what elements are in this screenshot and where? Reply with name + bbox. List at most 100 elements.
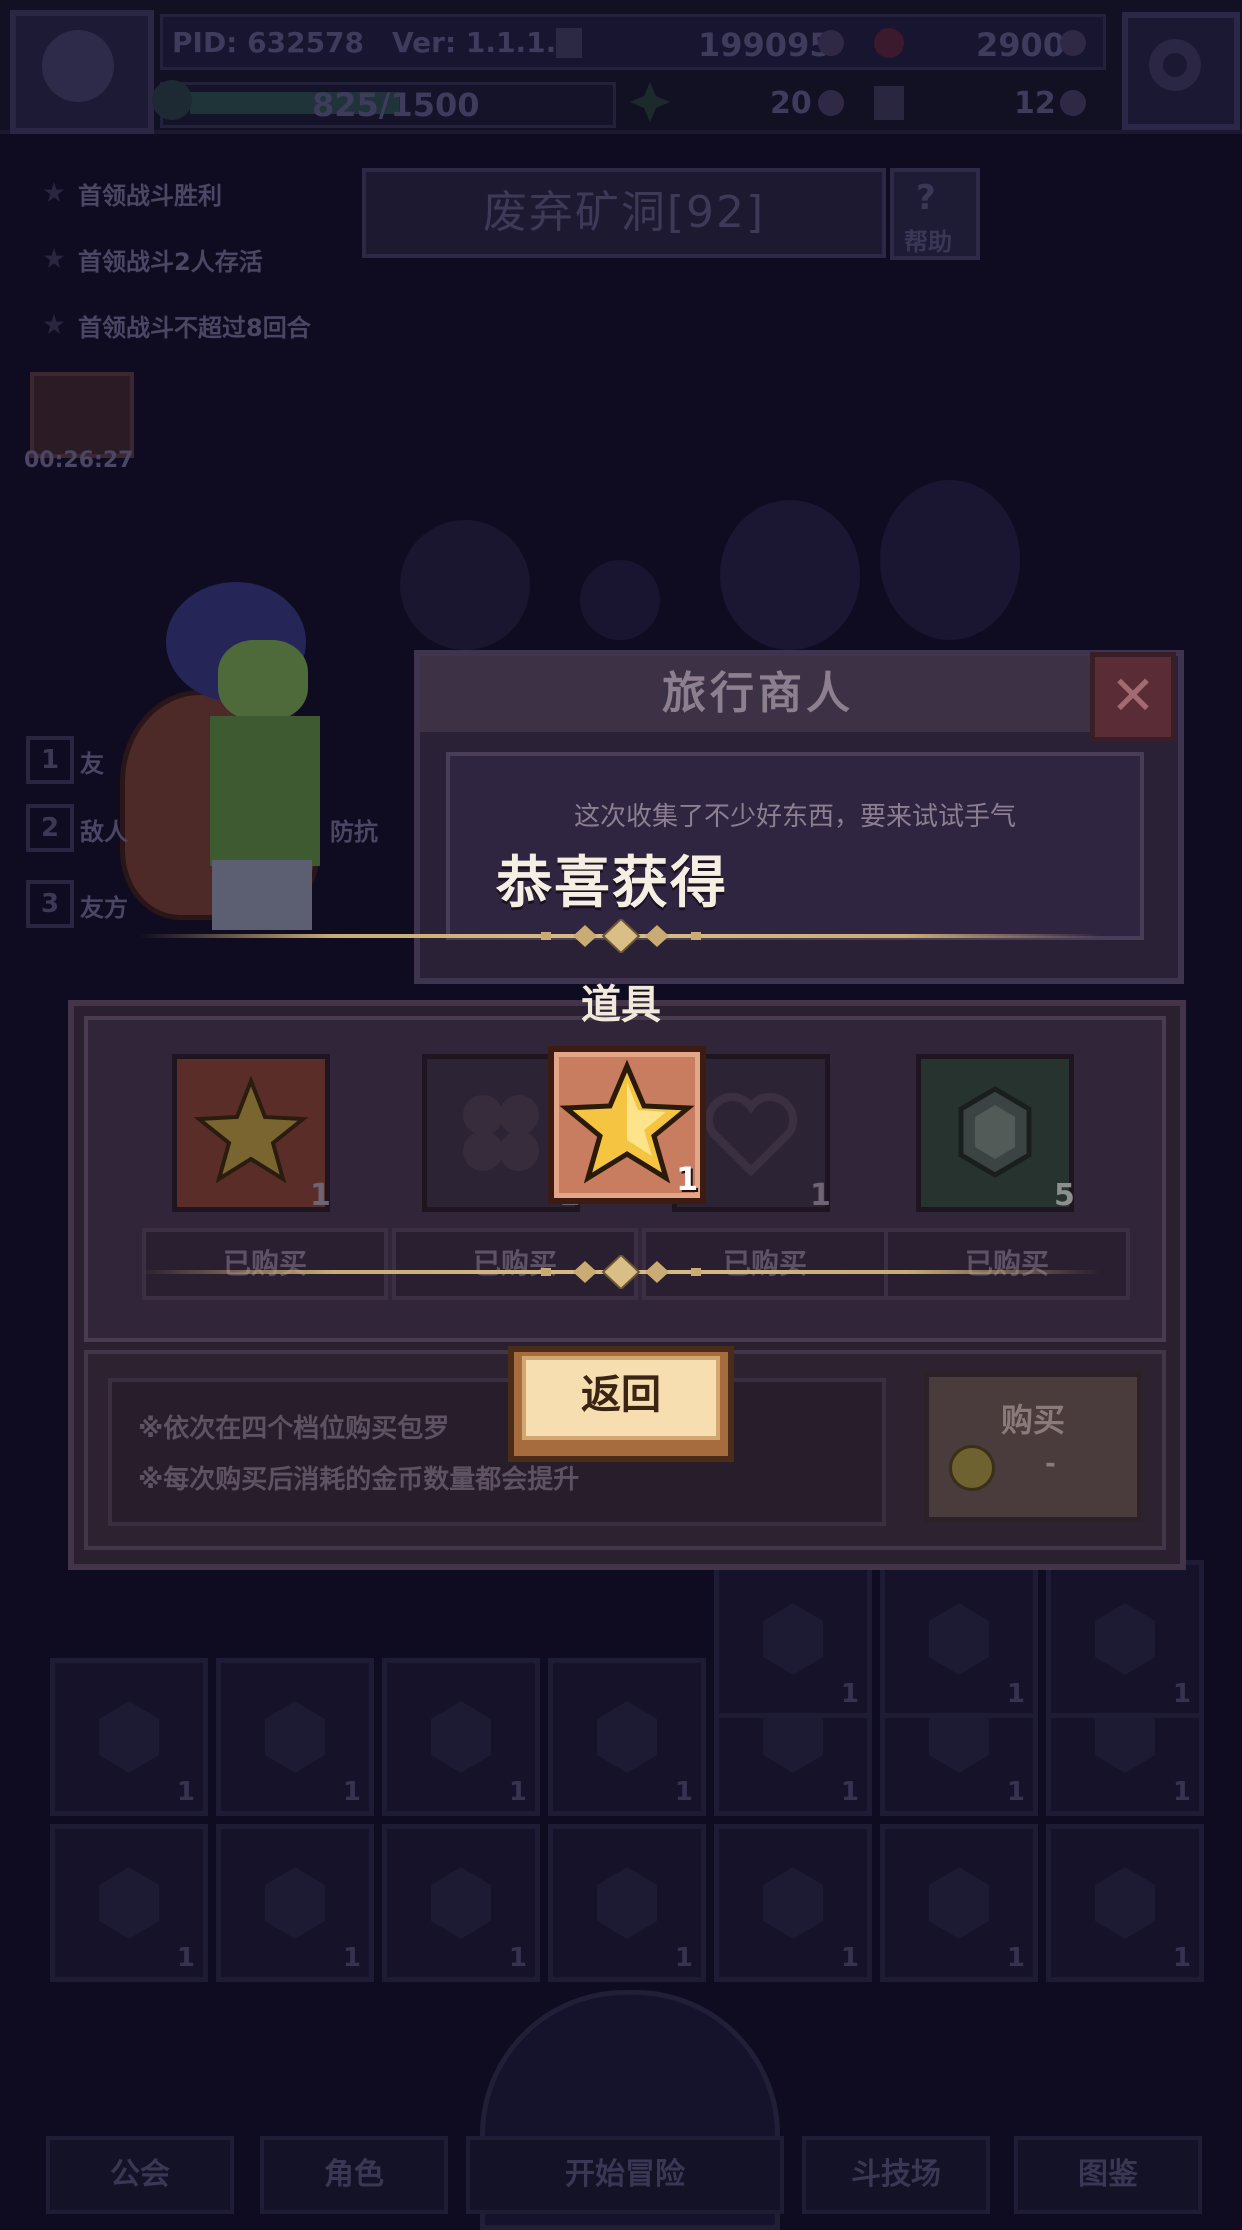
quest-star-icon [44, 182, 64, 202]
gold-count: 199095 [698, 26, 832, 64]
nav-character[interactable]: 角色 [260, 2136, 448, 2214]
back-button-label: 返回 [522, 1356, 720, 1440]
inventory-qty: 1 [176, 1777, 195, 1807]
player-avatar[interactable] [10, 10, 154, 134]
gold-plus-icon[interactable] [818, 30, 844, 56]
hero-silhouette [880, 480, 1020, 640]
list-number-badge: 2 [26, 804, 74, 852]
clover-plus-icon[interactable] [818, 90, 844, 116]
inventory-qty: 1 [1172, 1777, 1191, 1807]
inventory-qty: 1 [1172, 1943, 1191, 1973]
player-id: PID: 632578 [172, 26, 365, 59]
nav-codex[interactable]: 图鉴 [1014, 2136, 1202, 2214]
shop-slot[interactable] [172, 1054, 330, 1212]
inventory-slot: 1 [548, 1824, 706, 1982]
buy-button[interactable]: 购买 - [924, 1372, 1142, 1522]
gem-plus-icon[interactable] [1060, 30, 1086, 56]
back-button[interactable]: 返回 [508, 1346, 734, 1462]
quest-item: 首领战斗胜利 [78, 182, 222, 210]
shop-slot-qty: 1 [810, 1178, 831, 1213]
reward-item-qty: 1 [676, 1160, 699, 1198]
notice-line: ※每次购买后消耗的金币数量都会提升 [138, 1465, 580, 1495]
sold-button[interactable]: 已购买 [884, 1228, 1130, 1300]
inventory-qty: 1 [1006, 1943, 1025, 1973]
key-icon [874, 86, 904, 120]
inventory-qty: 1 [508, 1943, 527, 1973]
quest-item: 首领战斗不超过8回合 [78, 314, 311, 342]
key-count: 12 [1014, 86, 1056, 121]
buy-price: - [1045, 1449, 1056, 1479]
inventory-qty: 1 [1172, 1679, 1191, 1709]
help-label: 帮助 [904, 228, 952, 256]
gem-icon [929, 1867, 989, 1939]
inventory-qty: 1 [674, 1943, 693, 1973]
inventory-slot: 1 [714, 1824, 872, 1982]
stage-title: 废弃矿洞[92] [362, 168, 886, 258]
question-icon: ? [916, 178, 936, 218]
inventory-qty: 1 [176, 1943, 195, 1973]
inventory-qty: 1 [840, 1777, 859, 1807]
inventory-qty: 1 [840, 1679, 859, 1709]
gem-count: 2900 [976, 26, 1066, 64]
inventory-qty: 1 [840, 1943, 859, 1973]
bg-list-snippet: 敌人 [80, 818, 128, 846]
inventory-qty: 1 [674, 1777, 693, 1807]
clover-count: 20 [770, 86, 812, 121]
close-icon: ✕ [1110, 664, 1156, 727]
key-plus-icon[interactable] [1060, 90, 1086, 116]
inventory-slot: 1 [880, 1824, 1038, 1982]
ruby-icon [874, 28, 904, 58]
settings-button[interactable] [1122, 12, 1240, 130]
gem-icon [431, 1701, 491, 1773]
avatar-icon [42, 30, 114, 102]
bg-effect-text: 防抗 [330, 818, 378, 846]
gift-box-icon[interactable] [30, 372, 134, 458]
hero-silhouette [400, 520, 530, 650]
inventory-slot: 1 [880, 1560, 1038, 1718]
sold-button[interactable]: 已购买 [142, 1228, 388, 1300]
gem-icon [1095, 1603, 1155, 1675]
shop-slot-qty: 5 [1054, 1178, 1075, 1213]
version-label: Ver: 1.1.1.7 [392, 26, 576, 59]
reward-category: 道具 [581, 982, 661, 1028]
quest-item: 首领战斗2人存活 [78, 248, 263, 276]
inventory-qty: 1 [1006, 1679, 1025, 1709]
gem-icon [265, 1701, 325, 1773]
nav-guild[interactable]: 公会 [46, 2136, 234, 2214]
merchant-title: 旅行商人 [420, 656, 1096, 732]
gem-icon [597, 1867, 657, 1939]
coin-stack-icon [556, 28, 582, 58]
merchant-message: 这次收集了不少好东西，要来试试手气 [573, 802, 1016, 832]
inventory-qty: 1 [342, 1777, 361, 1807]
divider-ornament-icon [541, 919, 701, 953]
shop-notice: ※依次在四个档位购买包罗 ※每次购买后消耗的金币数量都会提升 [108, 1378, 886, 1526]
close-button[interactable]: ✕ [1090, 652, 1176, 742]
inventory-slot: 1 [50, 1824, 208, 1982]
shop-slot[interactable] [916, 1054, 1074, 1212]
nav-arena[interactable]: 斗技场 [802, 2136, 990, 2214]
hero-silhouette [720, 500, 860, 650]
inventory-slot: 1 [714, 1560, 872, 1718]
inventory-qty: 1 [508, 1777, 527, 1807]
bg-list-snippet: 友 [80, 750, 104, 778]
gem-icon [763, 1603, 823, 1675]
nav-start-adventure[interactable]: 开始冒险 [466, 2136, 784, 2214]
gem-icon [929, 1603, 989, 1675]
divider-ornament-icon [541, 1255, 701, 1289]
list-number-badge: 3 [26, 880, 74, 928]
gem-icon [99, 1867, 159, 1939]
gem-icon [99, 1701, 159, 1773]
gem-icon [1095, 1867, 1155, 1939]
gift-timer: 00:26:27 [24, 448, 134, 473]
merchant-face [218, 640, 308, 720]
quest-star-icon [44, 314, 64, 334]
inventory-slot: 1 [216, 1824, 374, 1982]
help-button[interactable]: ? 帮助 [890, 168, 980, 260]
exp-text: 825/1500 [312, 86, 480, 124]
gem-icon [958, 1086, 1032, 1178]
gem-icon [763, 1867, 823, 1939]
reward-title: 恭喜获得 [496, 851, 728, 916]
lantern-silhouette [580, 560, 660, 640]
inventory-qty: 1 [1006, 1777, 1025, 1807]
merchant-legs [212, 860, 312, 930]
